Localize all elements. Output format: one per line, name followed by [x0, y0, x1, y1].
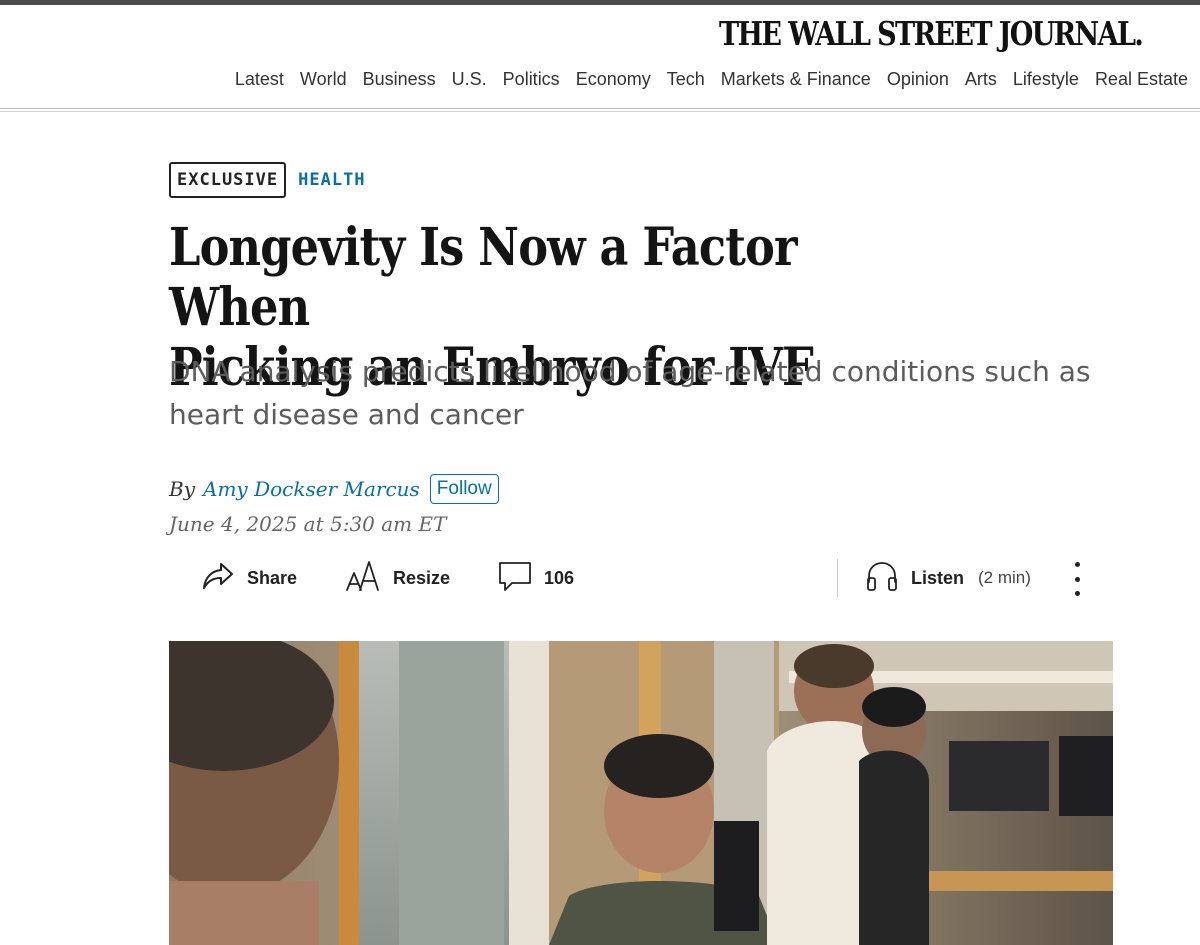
nav-item-politics[interactable]: Politics [503, 65, 560, 93]
timestamp: June 4, 2025 at 5:30 am ET [169, 512, 447, 536]
share-label: Share [247, 567, 298, 588]
wsj-logo[interactable]: THE WALL STREET JOURNAL. [719, 11, 1144, 57]
author-link[interactable]: Amy Dockser Marcus [203, 477, 420, 501]
nav-item-markets-finance[interactable]: Markets & Finance [721, 65, 871, 93]
share-icon [201, 561, 235, 596]
nav-item-business[interactable]: Business [363, 65, 436, 93]
nav-item-world[interactable]: World [300, 65, 347, 93]
resize-label: Resize [393, 567, 451, 588]
photo-illustration [169, 641, 1113, 945]
masthead: THE WALL STREET JOURNAL. Latest World Bu… [0, 5, 1200, 112]
nav-item-economy[interactable]: Economy [576, 65, 651, 93]
nav-item-opinion[interactable]: Opinion [887, 65, 949, 93]
nav-item-lifestyle[interactable]: Lifestyle [1013, 65, 1079, 93]
more-dot [1074, 591, 1080, 596]
nav-item-arts[interactable]: Arts [965, 65, 997, 93]
article-toolbar: Share Resize 106 Listen (2 min) [169, 556, 1113, 600]
listen-label: Listen [911, 567, 965, 588]
comment-icon [498, 560, 532, 597]
resize-button[interactable]: Resize [345, 556, 450, 600]
headline-line-1: Longevity Is Now a Factor When [169, 217, 798, 338]
section-link-health[interactable]: HEALTH [298, 167, 365, 193]
byline: By Amy Dockser Marcus Follow [169, 474, 499, 504]
nav-item-latest[interactable]: Latest [235, 65, 284, 93]
nav-item-tech[interactable]: Tech [667, 65, 705, 93]
follow-button[interactable]: Follow [429, 474, 499, 504]
share-button[interactable]: Share [201, 556, 297, 600]
listen-duration: (2 min) [978, 568, 1031, 587]
comments-count: 106 [544, 567, 575, 588]
resize-icon [345, 559, 381, 598]
nav-item-real-estate[interactable]: Real Estate [1095, 65, 1188, 93]
byline-prefix: By [169, 477, 195, 501]
listen-button[interactable]: Listen (2 min) [865, 556, 1031, 600]
exclusive-badge: EXCLUSIVE [169, 162, 287, 198]
dek: DNA analysis predicts likelihood of age-… [169, 355, 1091, 431]
article-photo[interactable] [169, 641, 1113, 945]
comments-button[interactable]: 106 [498, 556, 574, 600]
article-flags: EXCLUSIVE HEALTH [169, 162, 366, 198]
main-nav: Latest World Business U.S. Politics Econ… [235, 65, 1188, 93]
toolbar-divider [837, 559, 838, 597]
headphones-icon [865, 560, 899, 597]
nav-item-us[interactable]: U.S. [452, 65, 487, 93]
more-icon[interactable] [1067, 562, 1087, 596]
more-dot [1074, 576, 1080, 582]
more-dot [1074, 562, 1080, 567]
